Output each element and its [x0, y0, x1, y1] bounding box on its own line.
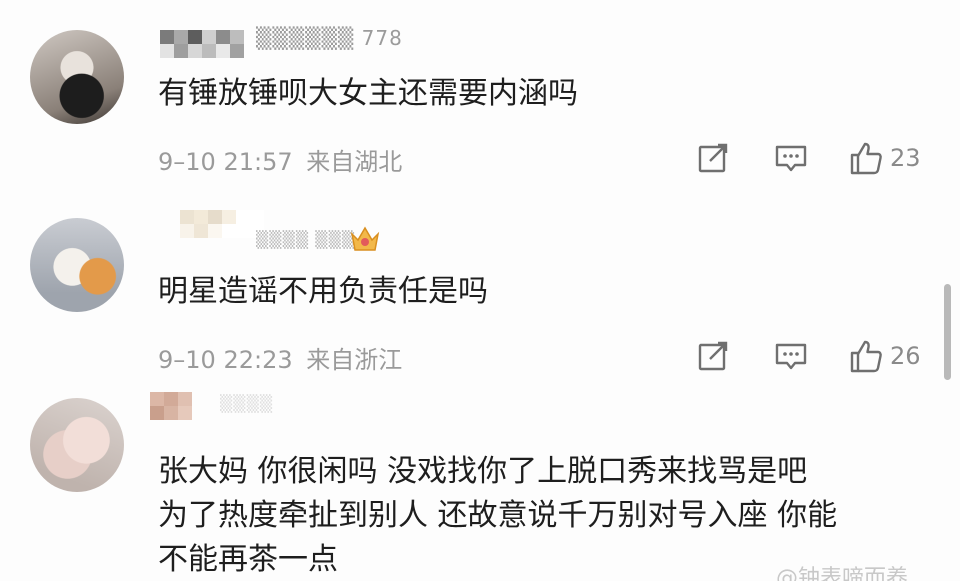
like-count: 23 — [890, 144, 921, 172]
username-text: ▒▒▒▒ — [220, 394, 274, 413]
comment-time: 9–10 22:23 — [158, 346, 293, 374]
reply-button[interactable] — [774, 138, 808, 178]
comment-icon — [775, 145, 807, 172]
like-button[interactable]: 23 — [848, 138, 921, 178]
watermark: @钟表啼而养 — [776, 566, 909, 581]
username-mosaic — [150, 392, 192, 420]
share-button[interactable] — [696, 336, 730, 376]
thumbs-up-icon — [850, 340, 882, 373]
username-mosaic — [180, 210, 264, 238]
comment-actions: 23 — [696, 138, 936, 178]
comment-location: 来自浙江 — [306, 346, 403, 374]
comment-text-line: 张大妈 你很闲吗 没戏找你了上脱口秀来找骂是吧 — [158, 454, 808, 489]
scrollbar-thumb[interactable] — [944, 284, 951, 380]
avatar[interactable] — [30, 218, 124, 312]
share-icon — [698, 341, 728, 371]
comment-text: 有锤放锤呗大女主还需要内涵吗 — [158, 76, 578, 111]
crown-badge-icon — [350, 226, 380, 251]
username-mosaic — [160, 30, 244, 58]
comment-location: 来自湖北 — [306, 148, 403, 176]
avatar[interactable] — [30, 398, 124, 492]
share-button[interactable] — [696, 138, 730, 178]
like-count: 26 — [890, 342, 921, 370]
avatar[interactable] — [30, 30, 124, 124]
reply-button[interactable] — [774, 336, 808, 376]
comment-icon — [775, 343, 807, 370]
comment-time: 9–10 21:57 — [158, 148, 293, 176]
share-icon — [698, 143, 728, 173]
thumbs-up-icon — [850, 142, 882, 175]
like-button[interactable]: 26 — [848, 336, 921, 376]
comment-meta: 9–10 21:57 来自湖北 — [158, 142, 402, 177]
comment-meta: 9–10 22:23 来自浙江 — [158, 340, 402, 375]
comment-text: 明星造谣不用负责任是吗 — [158, 274, 488, 309]
username-text: ▒▒▒▒▒▒ 778 — [256, 26, 403, 50]
comment-text-line: 为了热度牵扯到别人 还故意说千万别对号入座 你能 — [158, 498, 838, 533]
comment-actions: 26 — [696, 336, 936, 376]
comment-feed: ▒▒▒▒▒▒ 778 有锤放锤呗大女主还需要内涵吗 9–10 21:57 来自湖… — [0, 0, 960, 581]
